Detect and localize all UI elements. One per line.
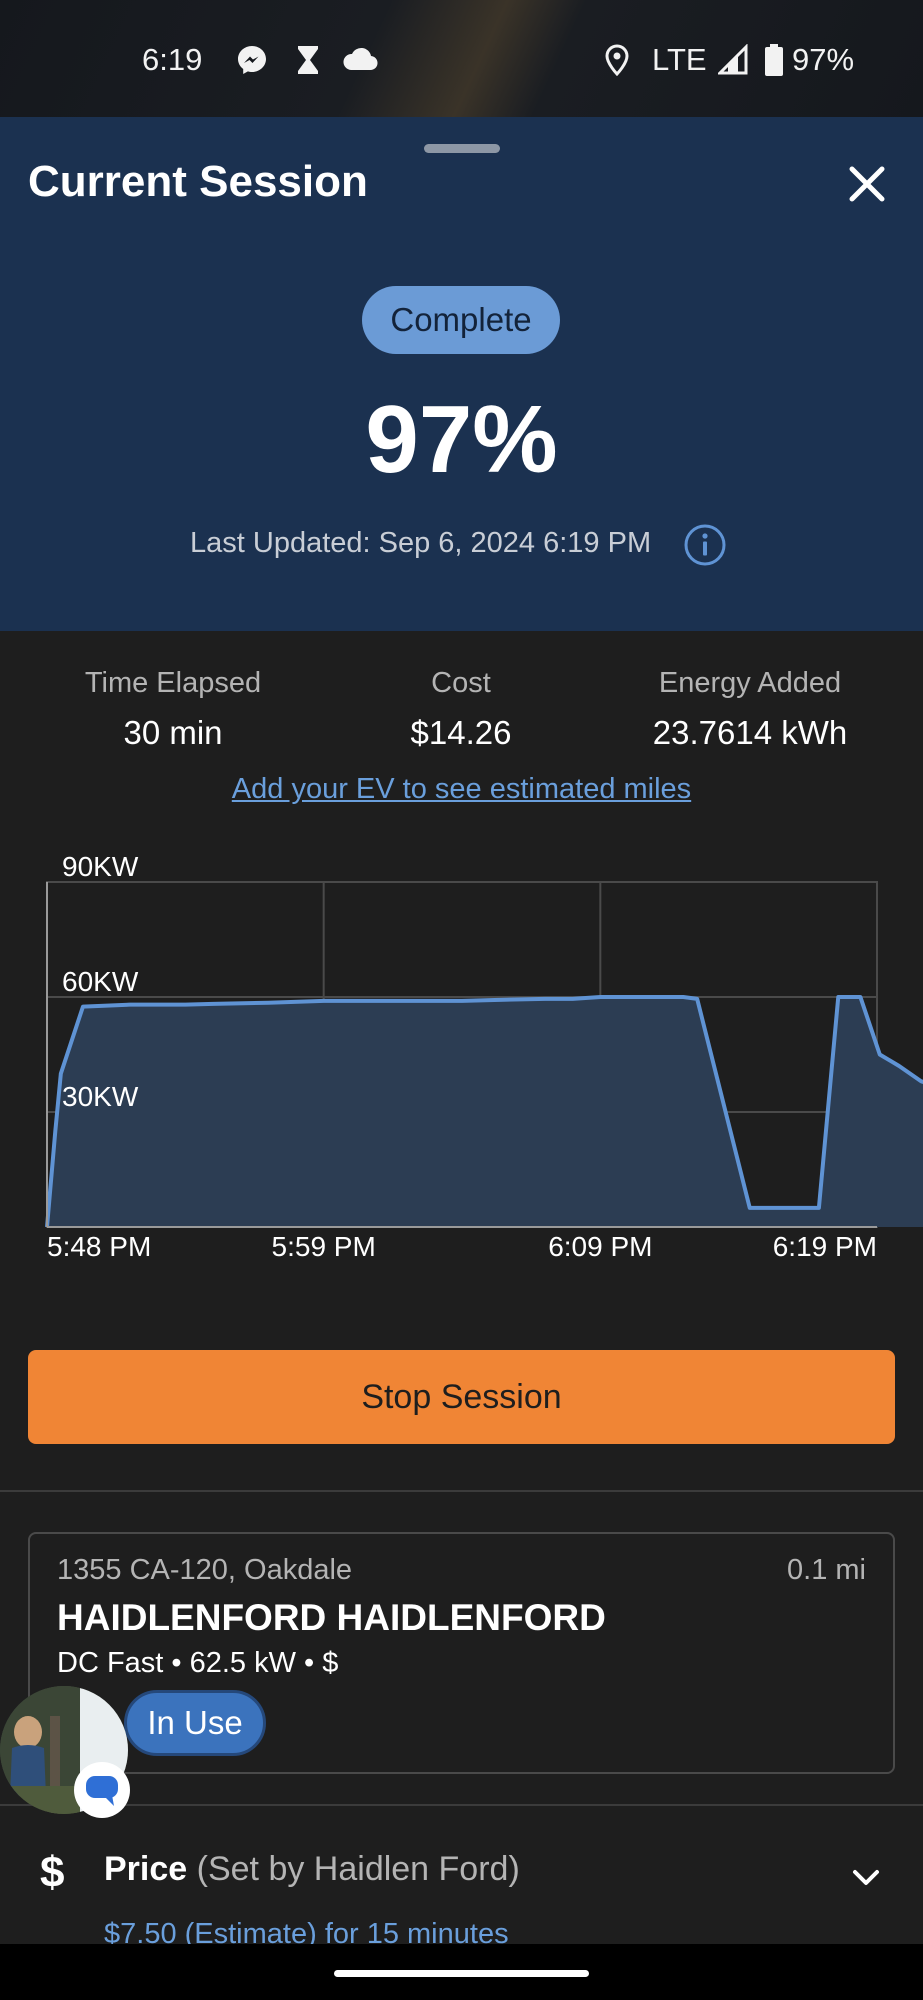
station-address: 1355 CA-120, Oakdale — [57, 1554, 353, 1586]
chart-y-tick-label: 60KW — [62, 966, 139, 997]
chart-x-tick-label: 5:59 PM — [272, 1231, 376, 1262]
time-elapsed-value: 30 min — [123, 714, 223, 751]
session-header: Current Session Complete 97% Last Update… — [0, 117, 923, 631]
last-updated-text: Last Updated: Sep 6, 2024 6:19 PM — [190, 527, 652, 559]
price-title: Price (Set by Haidlen Ford) — [104, 1850, 520, 1889]
energy-added-value: 23.7614 kWh — [652, 714, 848, 751]
price-set-by: (Set by Haidlen Ford) — [196, 1850, 520, 1888]
add-ev-link[interactable]: Add your EV to see estimated miles — [0, 773, 923, 806]
chart-y-tick-label: 90KW — [62, 851, 139, 882]
station-card[interactable]: 1355 CA-120, Oakdale 0.1 mi HAIDLENFORD … — [28, 1532, 895, 1774]
network-type: LTE — [652, 42, 707, 77]
drag-handle[interactable] — [424, 144, 500, 153]
chart-x-tick-label: 5:48 PM — [47, 1231, 151, 1262]
station-distance: 0.1 mi — [787, 1554, 866, 1586]
dollar-icon: $ — [40, 1848, 65, 1897]
location-icon — [605, 44, 629, 76]
time-elapsed-stat: Time Elapsed 30 min — [33, 667, 313, 752]
status-time: 6:19 — [142, 42, 203, 77]
chart-x-tick-label: 6:09 PM — [548, 1231, 652, 1262]
signal-icon — [718, 44, 748, 75]
cost-value: $14.26 — [410, 714, 512, 751]
availability-badge: In Use — [124, 1690, 266, 1756]
power-chart: 90KW 60KW 30KW 5:48 PM 5:59 PM 6:09 PM 6:19 PM — [45, 851, 923, 1262]
battery-icon — [765, 44, 783, 76]
charge-percent: 97% — [365, 386, 558, 493]
status-bar: 6:19 LTE 97% — [0, 0, 923, 117]
station-details: DC Fast • 62.5 kW • $ — [57, 1647, 339, 1679]
cost-label: Cost — [431, 667, 491, 699]
home-indicator[interactable] — [334, 1970, 589, 1977]
time-elapsed-label: Time Elapsed — [84, 667, 262, 699]
stop-session-button[interactable]: Stop Session — [28, 1350, 895, 1444]
price-section[interactable]: $ Price (Set by Haidlen Ford) $7.50 (Est… — [0, 1806, 923, 1950]
page-title: Current Session — [28, 157, 368, 206]
cloud-icon — [343, 47, 378, 71]
cost-stat: Cost $14.26 — [321, 667, 601, 752]
info-icon[interactable] — [683, 523, 727, 567]
chevron-down-icon[interactable] — [848, 1860, 884, 1896]
chart-y-tick-label: 30KW — [62, 1081, 139, 1112]
close-icon[interactable] — [842, 159, 892, 209]
energy-added-stat: Energy Added 23.7614 kWh — [610, 667, 890, 752]
energy-added-label: Energy Added — [658, 667, 842, 699]
chart-x-tick-label: 6:19 PM — [773, 1231, 877, 1262]
hourglass-icon — [298, 46, 318, 74]
battery-percent: 97% — [792, 42, 855, 77]
divider — [0, 1490, 923, 1492]
navigation-bar — [0, 1944, 923, 2000]
station-name: HAIDLENFORD HAIDLENFORD — [57, 1597, 606, 1638]
messenger-icon — [238, 46, 266, 74]
price-label: Price — [104, 1850, 188, 1888]
session-status-badge: Complete — [362, 286, 560, 354]
